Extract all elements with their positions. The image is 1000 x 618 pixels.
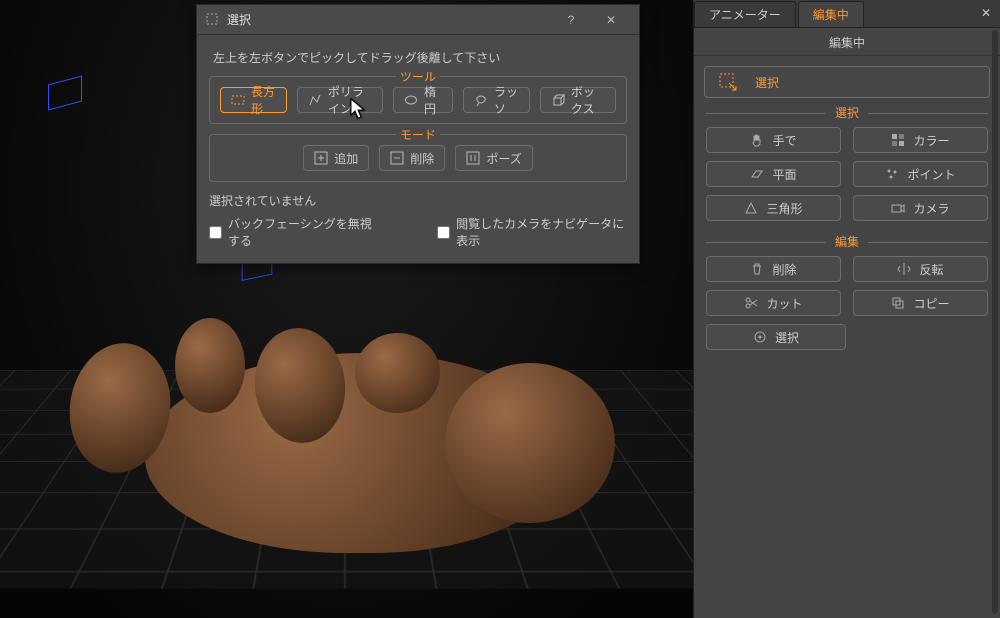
edit-select-label: 選択 bbox=[775, 329, 799, 346]
show-camera-navigator-label: 閲覧したカメラをナビゲータに表示 bbox=[456, 215, 627, 249]
hand-icon bbox=[750, 133, 764, 147]
edit-copy-button[interactable]: コピー bbox=[853, 290, 988, 316]
edit-copy-label: コピー bbox=[913, 295, 949, 312]
show-camera-navigator-checkbox[interactable]: 閲覧したカメラをナビゲータに表示 bbox=[437, 215, 627, 249]
target-icon bbox=[753, 330, 767, 344]
tool-box-label: ボックス bbox=[571, 83, 605, 117]
tool-rect-button[interactable]: 長方形 bbox=[220, 87, 287, 113]
dialog-hint: 左上を左ボタンでピックしてドラッグ後離して下さい bbox=[213, 49, 627, 66]
right-panel: アニメーター 編集中 ✕ 編集中 選択 選択 手で カラー 平面 ポイント 三角… bbox=[693, 0, 1000, 618]
polyline-icon bbox=[308, 93, 322, 107]
box-icon bbox=[551, 93, 565, 107]
select-by-color-label: カラー bbox=[913, 132, 949, 149]
rectangle-icon bbox=[231, 93, 245, 107]
triangle-icon bbox=[744, 201, 758, 215]
big-select-button[interactable]: 選択 bbox=[704, 66, 990, 98]
camera-gizmo bbox=[48, 75, 82, 110]
mode-remove-label: 削除 bbox=[410, 150, 434, 167]
panel-close-button[interactable]: ✕ bbox=[976, 3, 996, 23]
mode-remove-button[interactable]: 削除 bbox=[379, 145, 445, 171]
tool-ellipse-label: 楕円 bbox=[424, 83, 442, 117]
selection-status: 選択されていません bbox=[209, 192, 627, 209]
mode-group-label: モード bbox=[396, 126, 440, 143]
edit-select-button[interactable]: 選択 bbox=[706, 324, 846, 350]
ignore-backfacing-label: バックフェーシングを無視する bbox=[228, 215, 377, 249]
plane-icon bbox=[750, 167, 764, 181]
select-triangle-label: 三角形 bbox=[766, 200, 802, 217]
mode-pause-label: ポーズ bbox=[486, 150, 521, 167]
mode-group: モード 追加 削除 ポーズ bbox=[209, 134, 627, 182]
select-by-hand-button[interactable]: 手で bbox=[706, 127, 841, 153]
scanned-model[interactable] bbox=[15, 263, 645, 563]
edit-cut-button[interactable]: カット bbox=[706, 290, 841, 316]
select-by-color-button[interactable]: カラー bbox=[853, 127, 988, 153]
select-icon bbox=[205, 12, 221, 28]
big-select-label: 選択 bbox=[755, 74, 779, 91]
ellipse-icon bbox=[404, 93, 418, 107]
edit-flip-label: 反転 bbox=[919, 261, 943, 278]
mode-pause-button[interactable]: ポーズ bbox=[455, 145, 532, 171]
color-grid-icon bbox=[891, 133, 905, 147]
tool-group: ツール 長方形 ポリライン 楕円 ラッソ bbox=[209, 76, 627, 124]
trash-icon bbox=[750, 262, 764, 276]
scissors-icon bbox=[744, 296, 758, 310]
camera-icon bbox=[891, 201, 905, 215]
close-button[interactable]: ✕ bbox=[591, 5, 631, 35]
flip-icon bbox=[897, 262, 911, 276]
select-triangle-button[interactable]: 三角形 bbox=[706, 195, 841, 221]
edit-delete-label: 削除 bbox=[772, 261, 796, 278]
select-by-hand-label: 手で bbox=[772, 132, 796, 149]
section-select-label: 選択 bbox=[694, 104, 1000, 121]
ignore-backfacing-input[interactable] bbox=[209, 226, 222, 239]
select-point-button[interactable]: ポイント bbox=[853, 161, 988, 187]
tab-editing[interactable]: 編集中 bbox=[798, 1, 864, 27]
section-edit-label: 編集 bbox=[694, 233, 1000, 250]
select-marquee-icon bbox=[719, 73, 737, 91]
tool-box-button[interactable]: ボックス bbox=[540, 87, 616, 113]
minus-icon bbox=[390, 151, 404, 165]
mode-add-button[interactable]: 追加 bbox=[303, 145, 369, 171]
pause-icon bbox=[466, 151, 480, 165]
select-dialog: 選択 ? ✕ 左上を左ボタンでピックしてドラッグ後離して下さい ツール 長方形 … bbox=[196, 4, 640, 264]
help-button[interactable]: ? bbox=[551, 5, 591, 35]
tool-lasso-label: ラッソ bbox=[494, 83, 519, 117]
select-camera-label: カメラ bbox=[913, 200, 949, 217]
tab-animator[interactable]: アニメーター bbox=[694, 1, 796, 27]
select-camera-button[interactable]: カメラ bbox=[853, 195, 988, 221]
copy-icon bbox=[891, 296, 905, 310]
dialog-title: 選択 bbox=[227, 11, 551, 28]
tool-ellipse-button[interactable]: 楕円 bbox=[393, 87, 453, 113]
select-plane-label: 平面 bbox=[772, 166, 796, 183]
mode-add-label: 追加 bbox=[334, 150, 358, 167]
select-point-label: ポイント bbox=[907, 166, 955, 183]
edit-cut-label: カット bbox=[766, 295, 802, 312]
points-icon bbox=[885, 167, 899, 181]
edit-flip-button[interactable]: 反転 bbox=[853, 256, 988, 282]
tool-rect-label: 長方形 bbox=[251, 83, 276, 117]
tool-lasso-button[interactable]: ラッソ bbox=[463, 87, 530, 113]
panel-header: 編集中 bbox=[694, 28, 1000, 56]
plus-icon bbox=[314, 151, 328, 165]
ignore-backfacing-checkbox[interactable]: バックフェーシングを無視する bbox=[209, 215, 377, 249]
tool-polyline-label: ポリライン bbox=[328, 83, 372, 117]
show-camera-navigator-input[interactable] bbox=[437, 226, 450, 239]
dialog-titlebar[interactable]: 選択 ? ✕ bbox=[197, 5, 639, 35]
panel-tabs: アニメーター 編集中 ✕ bbox=[694, 0, 1000, 28]
tool-polyline-button[interactable]: ポリライン bbox=[297, 87, 383, 113]
lasso-icon bbox=[474, 93, 488, 107]
edit-delete-button[interactable]: 削除 bbox=[706, 256, 841, 282]
select-plane-button[interactable]: 平面 bbox=[706, 161, 841, 187]
tool-group-label: ツール bbox=[396, 68, 440, 85]
